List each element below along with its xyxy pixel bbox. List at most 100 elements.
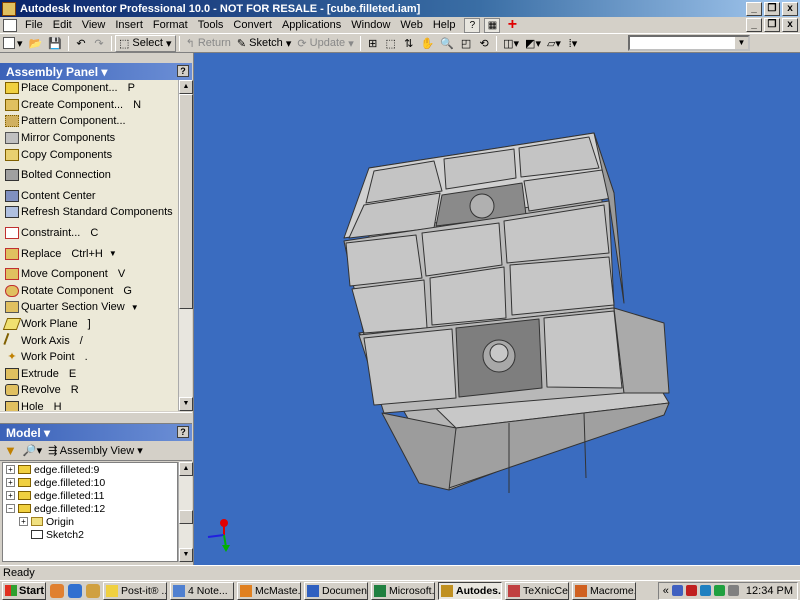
place-component-button[interactable]: Place Component... P bbox=[0, 80, 178, 97]
constraint-button[interactable]: Constraint... C bbox=[0, 225, 178, 242]
clock[interactable]: 12:34 PM bbox=[746, 585, 793, 597]
rotate-icon[interactable]: ⟲ bbox=[475, 35, 493, 52]
rotate-component-button[interactable]: Rotate Component G bbox=[0, 283, 178, 300]
doc-restore-button[interactable]: ❐ bbox=[764, 18, 780, 32]
replace-button[interactable]: Replace Ctrl+H ▼ bbox=[0, 245, 178, 262]
network-icon[interactable] bbox=[671, 585, 683, 596]
menu-help[interactable]: Help bbox=[428, 17, 461, 34]
refresh-standard-components-button[interactable]: Refresh Standard Components bbox=[0, 204, 178, 221]
red-plus-icon[interactable]: + bbox=[504, 16, 520, 33]
help-icon[interactable]: ? bbox=[177, 65, 189, 77]
firefox-icon[interactable] bbox=[50, 583, 64, 598]
assembly-panel-scrollbar[interactable]: ▲ ▼ bbox=[178, 80, 193, 411]
menu-insert[interactable]: Insert bbox=[110, 17, 148, 34]
menu-edit[interactable]: Edit bbox=[48, 17, 77, 34]
save-icon[interactable]: 💾 bbox=[45, 35, 65, 52]
pattern-component-button[interactable]: Pattern Component... bbox=[0, 113, 178, 130]
volume-icon[interactable] bbox=[727, 585, 739, 596]
taskbar-button[interactable]: Post-it® ... bbox=[103, 581, 167, 600]
document-icon[interactable] bbox=[3, 18, 17, 32]
taskbar-button[interactable]: Documen... bbox=[304, 581, 368, 600]
open-icon[interactable]: 📂 bbox=[26, 35, 46, 52]
menu-window[interactable]: Window bbox=[346, 17, 395, 34]
display-mode-icon[interactable]: ◫▾ bbox=[500, 35, 522, 52]
menu-applications[interactable]: Applications bbox=[277, 17, 346, 34]
help-icon[interactable]: ? bbox=[177, 426, 189, 438]
sketch-button[interactable]: ✎ Sketch ▾ bbox=[234, 35, 295, 52]
assembly-panel-header[interactable]: Assembly Panel ▾ ? bbox=[0, 63, 192, 80]
filter-icon[interactable]: ▼ bbox=[4, 443, 17, 458]
work-axis-button[interactable]: Work Axis / bbox=[0, 332, 178, 349]
cube-model[interactable] bbox=[194, 53, 800, 565]
taskbar-button[interactable]: 4 Note... bbox=[170, 581, 234, 600]
return-button[interactable]: ↰ Return bbox=[183, 35, 234, 52]
dropdown-arrow-icon[interactable]: ▼ bbox=[109, 249, 117, 258]
tutorial-icon[interactable]: ▦ bbox=[484, 17, 501, 33]
menu-tools[interactable]: Tools bbox=[193, 17, 229, 34]
taskbar-button-active[interactable]: Autodes... bbox=[438, 581, 502, 600]
model-panel-title[interactable]: Model ▾ bbox=[6, 426, 50, 440]
zoom-selected-icon[interactable]: 🔍 bbox=[437, 35, 457, 52]
extrude-button[interactable]: Extrude E bbox=[0, 366, 178, 383]
select-button[interactable]: ⬚ Select ▾ bbox=[114, 34, 176, 52]
menu-convert[interactable]: Convert bbox=[228, 17, 277, 34]
assembly-panel-title[interactable]: Assembly Panel ▾ bbox=[6, 65, 107, 79]
model-panel-header[interactable]: Model ▾ ? bbox=[0, 424, 192, 441]
content-center-button[interactable]: Content Center bbox=[0, 188, 178, 205]
start-button[interactable]: Start bbox=[2, 581, 46, 600]
pan-icon[interactable]: ✋ bbox=[418, 35, 438, 52]
quicklaunch-icon[interactable] bbox=[86, 583, 100, 598]
scroll-thumb[interactable] bbox=[179, 94, 193, 309]
expand-icon[interactable]: + bbox=[19, 517, 28, 526]
hole-button[interactable]: Hole H bbox=[0, 399, 178, 411]
zoom-window-icon[interactable]: ⬚ bbox=[382, 35, 400, 52]
menu-format[interactable]: Format bbox=[148, 17, 193, 34]
tray-expand-icon[interactable]: « bbox=[663, 585, 669, 597]
antivirus-icon[interactable] bbox=[685, 585, 697, 596]
move-component-button[interactable]: Move Component V bbox=[0, 266, 178, 283]
scroll-down-icon[interactable]: ▼ bbox=[179, 397, 193, 411]
tray-app-icon[interactable] bbox=[713, 585, 725, 596]
tree-node[interactable]: + edge.filleted:10 bbox=[3, 476, 177, 489]
help-icon[interactable]: ? bbox=[464, 17, 481, 33]
dropdown-arrow-icon[interactable]: ▼ bbox=[131, 303, 139, 312]
work-point-button[interactable]: ✦ Work Point. bbox=[0, 349, 178, 366]
camera-mode-icon[interactable]: ▱▾ bbox=[544, 35, 564, 52]
tree-node[interactable]: + edge.filleted:11 bbox=[3, 489, 177, 502]
menu-file[interactable]: File bbox=[20, 17, 48, 34]
restore-button[interactable]: ❐ bbox=[764, 1, 780, 16]
tree-node[interactable]: + Origin bbox=[3, 515, 177, 528]
doc-close-button[interactable]: x bbox=[782, 18, 798, 32]
combo-arrow-icon[interactable]: ▼ bbox=[735, 37, 748, 49]
tree-node[interactable]: Sketch2 bbox=[3, 528, 177, 541]
zoom-icon[interactable]: ⇅ bbox=[400, 35, 418, 52]
tree-node[interactable]: − edge.filleted:12 bbox=[3, 502, 177, 515]
expand-icon[interactable]: + bbox=[6, 491, 15, 500]
more-tools-icon[interactable]: ⁞▾ bbox=[564, 35, 582, 52]
create-component-button[interactable]: Create Component... N bbox=[0, 97, 178, 114]
taskbar-button[interactable]: McMaste... bbox=[237, 581, 301, 600]
doc-minimize-button[interactable]: _ bbox=[746, 18, 762, 32]
redo-icon[interactable]: ↷ bbox=[90, 35, 108, 52]
taskbar-button[interactable]: TeXnicCe... bbox=[505, 581, 569, 600]
expand-icon[interactable]: + bbox=[6, 478, 15, 487]
scroll-up-icon[interactable]: ▲ bbox=[179, 80, 193, 94]
shadow-mode-icon[interactable]: ◩▾ bbox=[522, 35, 544, 52]
new-icon[interactable]: ▾ bbox=[0, 35, 26, 52]
close-button[interactable]: x bbox=[782, 1, 798, 16]
work-plane-button[interactable]: Work Plane] bbox=[0, 316, 178, 333]
update-button[interactable]: ⟳ Update ▾ bbox=[294, 35, 356, 52]
minimize-button[interactable]: _ bbox=[746, 1, 762, 16]
revolve-button[interactable]: Revolve R bbox=[0, 382, 178, 399]
tree-node[interactable]: + edge.filleted:9 bbox=[3, 463, 177, 476]
copy-components-button[interactable]: Copy Components bbox=[0, 146, 178, 163]
zoom-all-icon[interactable]: ⊞ bbox=[364, 35, 382, 52]
collapse-icon[interactable]: − bbox=[6, 504, 15, 513]
quarter-section-view-button[interactable]: Quarter Section View ▼ bbox=[0, 299, 178, 316]
look-at-icon[interactable]: ◰ bbox=[457, 35, 475, 52]
menu-view[interactable]: View bbox=[77, 17, 111, 34]
inventor-app-icon[interactable] bbox=[2, 1, 16, 16]
scroll-down-icon[interactable]: ▼ bbox=[179, 548, 193, 562]
graphics-viewport[interactable] bbox=[193, 53, 800, 565]
expand-icon[interactable]: + bbox=[6, 465, 15, 474]
